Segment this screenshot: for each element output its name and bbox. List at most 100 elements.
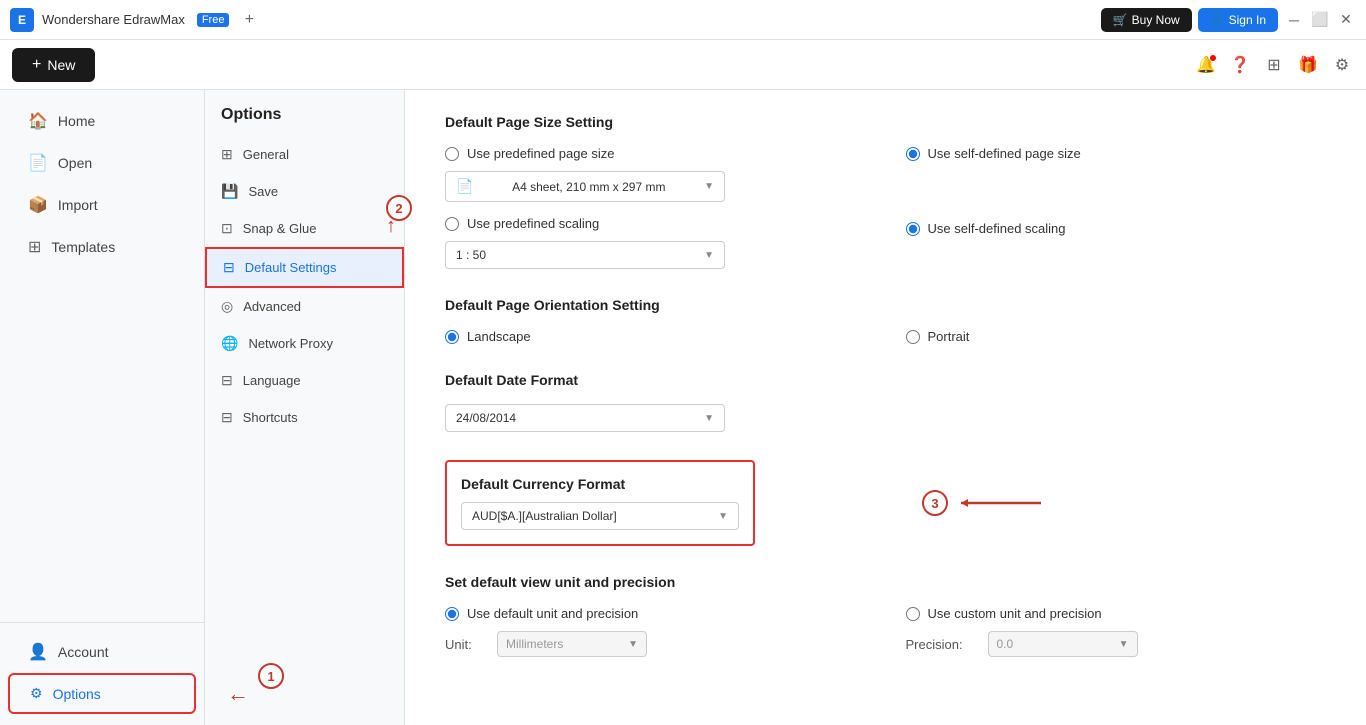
minimize-button[interactable]: ─ xyxy=(1284,10,1304,30)
sidebar-import-label: Import xyxy=(58,197,98,213)
currency-arrow-svg xyxy=(956,493,1046,513)
options-item-default-settings[interactable]: ⊟ Default Settings xyxy=(205,247,404,288)
default-settings-container: ⊟ Default Settings ↑ 2 xyxy=(205,247,404,288)
scaling-chevron-icon: ▼ xyxy=(704,250,714,261)
predefined-size-select[interactable]: 📄 A4 sheet, 210 mm x 297 mm ▼ xyxy=(445,171,725,202)
buy-now-button[interactable]: 🛒 Buy Now xyxy=(1101,8,1192,32)
currency-annotation: 3 xyxy=(922,490,1046,516)
options-item-network-proxy[interactable]: 🌐 Network Proxy xyxy=(205,325,404,362)
new-tab-button[interactable]: + xyxy=(237,8,261,32)
custom-unit-radio[interactable] xyxy=(906,607,920,621)
precision-value: 0.0 xyxy=(997,637,1014,651)
title-bar: E Wondershare EdrawMax Free + 🛒 Buy Now … xyxy=(0,0,1366,40)
options-panel: Options ⊞ General 💾 Save ⊡ Snap & Glue ⊟… xyxy=(205,90,405,725)
page-size-right: Use self-defined page size Use self-defi… xyxy=(906,146,1327,269)
cart-icon: 🛒 xyxy=(1113,13,1128,27)
unit-value-select[interactable]: Millimeters ▼ xyxy=(497,631,647,657)
user-icon: 👤 xyxy=(1210,13,1225,27)
sidebar-item-open[interactable]: 📄 Open xyxy=(8,143,196,183)
date-format-section: Default Date Format 24/08/2014 ▼ xyxy=(445,372,1326,432)
custom-unit-label: Use custom unit and precision xyxy=(928,606,1102,621)
currency-select[interactable]: AUD[$A.][Australian Dollar] ▼ xyxy=(461,502,739,530)
portrait-col: Portrait xyxy=(906,329,1327,344)
options-item-advanced[interactable]: ◎ Advanced xyxy=(205,288,404,325)
snap-glue-icon: ⊡ xyxy=(221,220,233,237)
default-unit-radio[interactable] xyxy=(445,607,459,621)
unit-title: Set default view unit and precision xyxy=(445,574,1326,590)
maximize-button[interactable]: ⬜ xyxy=(1310,10,1330,30)
options-language-label: Language xyxy=(243,373,301,388)
unit-left: Use default unit and precision Unit: Mil… xyxy=(445,606,866,657)
currency-value: AUD[$A.][Australian Dollar] xyxy=(472,509,617,523)
account-icon: 👤 xyxy=(28,642,48,662)
advanced-icon: ◎ xyxy=(221,298,233,315)
self-defined-scaling-radio[interactable] xyxy=(906,222,920,236)
new-button[interactable]: + New xyxy=(12,48,95,82)
left-sidebar: 🏠 Home 📄 Open 📦 Import ⊞ Templates 👤 Acc… xyxy=(0,90,205,725)
page-size-section: Default Page Size Setting Use predefined… xyxy=(445,114,1326,269)
options-network-label: Network Proxy xyxy=(248,336,333,351)
currency-box: Default Currency Format AUD[$A.][Austral… xyxy=(445,460,755,546)
predefined-size-label: Use predefined page size xyxy=(467,146,614,161)
precision-chevron-icon: ▼ xyxy=(1119,639,1129,650)
app-title: Wondershare EdrawMax xyxy=(42,12,185,27)
portrait-label: Portrait xyxy=(928,329,970,344)
language-icon: ⊟ xyxy=(221,372,233,389)
unit-right: Use custom unit and precision Precision:… xyxy=(906,606,1327,657)
predefined-size-row: Use predefined page size xyxy=(445,146,866,161)
sidebar-item-account[interactable]: 👤 Account xyxy=(8,632,196,672)
import-icon: 📦 xyxy=(28,195,48,215)
unit-options: Use default unit and precision Unit: Mil… xyxy=(445,606,1326,657)
sign-in-button[interactable]: 👤 Sign In xyxy=(1198,8,1278,32)
sidebar-account-label: Account xyxy=(58,644,109,660)
options-item-snap-glue[interactable]: ⊡ Snap & Glue xyxy=(205,210,404,247)
free-badge: Free xyxy=(197,13,230,27)
toolbar: + New 🔔 ❓ ⊞ 🎁 ⚙ xyxy=(0,40,1366,90)
unit-chevron-icon: ▼ xyxy=(628,639,638,650)
toolbar-icons: 🔔 ❓ ⊞ 🎁 ⚙ xyxy=(1194,53,1354,77)
unit-section: Set default view unit and precision Use … xyxy=(445,574,1326,657)
settings-icon[interactable]: ⚙ xyxy=(1330,53,1354,77)
gift-icon[interactable]: 🎁 xyxy=(1296,53,1320,77)
help-icon[interactable]: ❓ xyxy=(1228,53,1252,77)
sidebar-item-import[interactable]: 📦 Import xyxy=(8,185,196,225)
notification-icon[interactable]: 🔔 xyxy=(1194,53,1218,77)
grid-icon[interactable]: ⊞ xyxy=(1262,53,1286,77)
currency-title: Default Currency Format xyxy=(461,476,739,492)
sidebar-open-label: Open xyxy=(58,155,92,171)
landscape-radio[interactable] xyxy=(445,330,459,344)
sidebar-item-home[interactable]: 🏠 Home xyxy=(8,101,196,141)
sidebar-item-templates[interactable]: ⊞ Templates xyxy=(8,227,196,267)
predefined-scaling-radio[interactable] xyxy=(445,217,459,231)
general-icon: ⊞ xyxy=(221,146,233,163)
options-container: ⚙ Options ← 1 xyxy=(0,673,204,714)
title-bar-right: 🛒 Buy Now 👤 Sign In ─ ⬜ ✕ xyxy=(1101,8,1356,32)
landscape-col: Landscape xyxy=(445,329,866,344)
close-button[interactable]: ✕ xyxy=(1336,10,1356,30)
options-gear-icon: ⚙ xyxy=(30,685,43,702)
options-snap-label: Snap & Glue xyxy=(243,221,317,236)
sidebar-templates-label: Templates xyxy=(51,239,115,255)
options-item-shortcuts[interactable]: ⊟ Shortcuts xyxy=(205,399,404,436)
sidebar-item-options[interactable]: ⚙ Options xyxy=(8,673,196,714)
templates-icon: ⊞ xyxy=(28,237,41,257)
date-format-title: Default Date Format xyxy=(445,372,1326,388)
portrait-radio[interactable] xyxy=(906,330,920,344)
date-format-select[interactable]: 24/08/2014 ▼ xyxy=(445,404,725,432)
options-item-general[interactable]: ⊞ General xyxy=(205,136,404,173)
notification-dot xyxy=(1210,55,1216,61)
scaling-select[interactable]: 1 : 50 ▼ xyxy=(445,241,725,269)
annotation-circle-3: 3 xyxy=(922,490,948,516)
precision-value-select[interactable]: 0.0 ▼ xyxy=(988,631,1138,657)
date-format-value: 24/08/2014 xyxy=(456,411,516,425)
main-content: Default Page Size Setting Use predefined… xyxy=(405,90,1366,725)
page-size-title: Default Page Size Setting xyxy=(445,114,1326,130)
currency-chevron-icon: ▼ xyxy=(718,511,728,522)
self-defined-size-label: Use self-defined page size xyxy=(928,146,1081,161)
options-item-save[interactable]: 💾 Save xyxy=(205,173,404,210)
predefined-scaling-label: Use predefined scaling xyxy=(467,216,599,231)
self-defined-size-radio[interactable] xyxy=(906,147,920,161)
options-item-language[interactable]: ⊟ Language xyxy=(205,362,404,399)
predefined-size-radio[interactable] xyxy=(445,147,459,161)
default-settings-icon: ⊟ xyxy=(223,259,235,276)
